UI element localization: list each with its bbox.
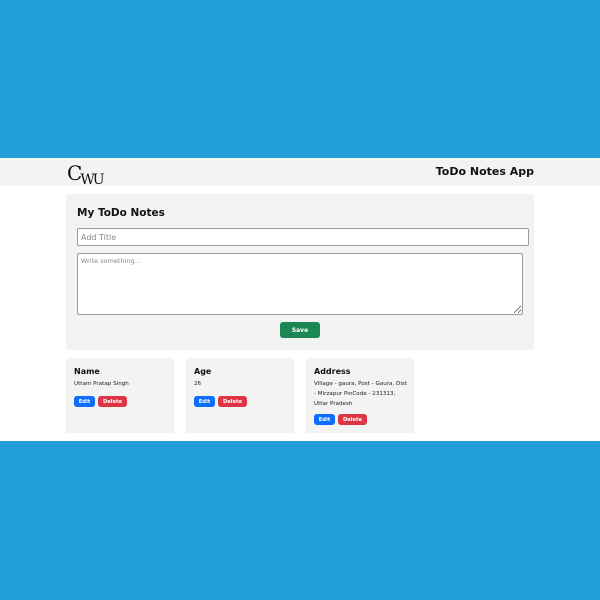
note-body: Uttam Pratap Singh (74, 381, 129, 387)
brand-logo[interactable]: CWU (67, 161, 105, 188)
edit-button[interactable]: Edit (74, 396, 95, 407)
note-body-textarea[interactable] (77, 253, 523, 315)
delete-button[interactable]: Delete (218, 396, 247, 407)
logo-main-letter: C (67, 161, 82, 185)
navbar: CWU ToDo Notes App (0, 158, 600, 188)
note-body: 26 (194, 381, 202, 387)
app-page: CWU ToDo Notes App My ToDo Notes Save Na… (0, 158, 600, 441)
edit-button[interactable]: Edit (314, 414, 335, 425)
note-actions: Edit Delete (314, 414, 367, 425)
note-card-name: Name Uttam Pratap Singh Edit Delete (66, 358, 174, 433)
note-card-age: Age 26 Edit Delete (186, 358, 294, 433)
note-card-address: Address Village - gaura, Post - Gaura, D… (306, 358, 414, 433)
delete-button[interactable]: Delete (98, 396, 127, 407)
note-title: Age (194, 367, 212, 376)
delete-button[interactable]: Delete (338, 414, 367, 425)
save-button[interactable]: Save (280, 322, 320, 338)
app-title: ToDo Notes App (435, 165, 534, 178)
note-title: Address (314, 367, 351, 376)
note-actions: Edit Delete (74, 396, 127, 407)
edit-button[interactable]: Edit (194, 396, 215, 407)
title-input[interactable] (77, 228, 529, 246)
note-body: Village - gaura, Post - Gaura, Dist - Mi… (314, 381, 408, 407)
note-title: Name (74, 367, 100, 376)
form-heading: My ToDo Notes (77, 207, 165, 219)
logo-sub-letters: WU (80, 172, 104, 188)
note-actions: Edit Delete (194, 396, 247, 407)
note-form: My ToDo Notes Save (66, 194, 534, 350)
